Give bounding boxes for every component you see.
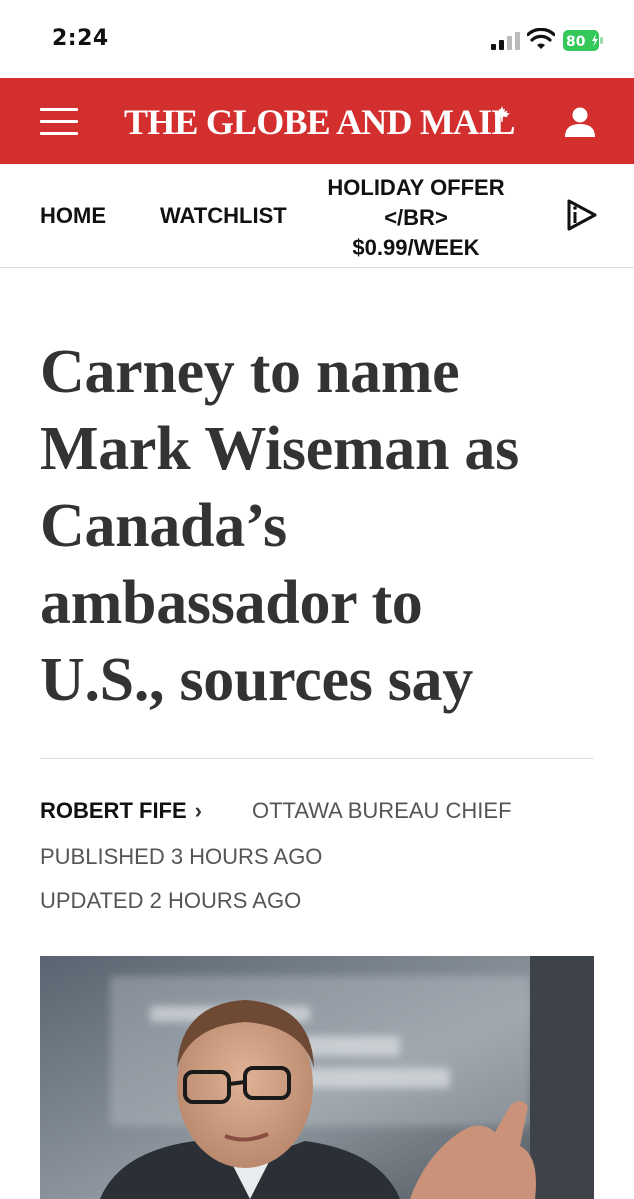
- article-headline: Carney to name Mark Wiseman as Canada’s …: [40, 334, 600, 719]
- signal-icon: [491, 32, 520, 50]
- site-logo[interactable]: THE GLOBE AND MAIL: [124, 100, 515, 144]
- offer-line-3: $0.99/WEEK: [352, 235, 480, 260]
- maple-leaf-icon: [494, 106, 510, 122]
- status-bar: 2:24 80: [0, 0, 634, 78]
- published-time: PUBLISHED 3 HOURS AGO: [40, 844, 323, 869]
- headline-line: Mark Wiseman as: [40, 415, 519, 483]
- nav-watchlist[interactable]: WATCHLIST: [160, 200, 287, 232]
- headline-line: Canada’s: [40, 492, 287, 560]
- article-lead-photo[interactable]: [40, 956, 594, 1199]
- masthead: THE GLOBE AND MAIL: [0, 78, 634, 164]
- author-name: ROBERT FIFE: [40, 798, 187, 823]
- account-icon[interactable]: [562, 104, 598, 140]
- chevron-right-icon: ›: [194, 798, 202, 823]
- menu-icon-bar: [40, 132, 78, 135]
- battery-level: 80: [566, 34, 586, 50]
- logo-text: THE GLOBE AND MAIL: [124, 102, 515, 142]
- status-time: 2:24: [52, 26, 109, 51]
- author-title: OTTAWA BUREAU CHIEF: [252, 798, 512, 823]
- menu-icon: [40, 108, 78, 111]
- wifi-icon: [527, 28, 555, 49]
- headline-line: Carney to name: [40, 338, 460, 406]
- nav-home[interactable]: HOME: [40, 200, 106, 232]
- nav-holiday-offer[interactable]: HOLIDAY OFFER </BR> $0.99/WEEK: [300, 173, 532, 263]
- video-play-icon[interactable]: [566, 198, 598, 232]
- updated-time: UPDATED 2 HOURS AGO: [40, 888, 302, 913]
- offer-line-2: </BR>: [384, 205, 448, 230]
- menu-button[interactable]: [40, 106, 80, 136]
- battery-icon: 80: [563, 30, 603, 51]
- headline-line: ambassador to: [40, 569, 423, 637]
- menu-icon-bar: [40, 120, 78, 123]
- offer-line-1: HOLIDAY OFFER: [327, 175, 505, 200]
- headline-line: U.S., sources say: [40, 646, 473, 714]
- author-link[interactable]: ROBERT FIFE ›: [40, 798, 202, 823]
- byline: ROBERT FIFE › OTTAWA BUREAU CHIEF: [40, 798, 512, 830]
- section-nav: HOME WATCHLIST HOLIDAY OFFER </BR> $0.99…: [0, 164, 634, 268]
- headline-divider: [40, 758, 594, 759]
